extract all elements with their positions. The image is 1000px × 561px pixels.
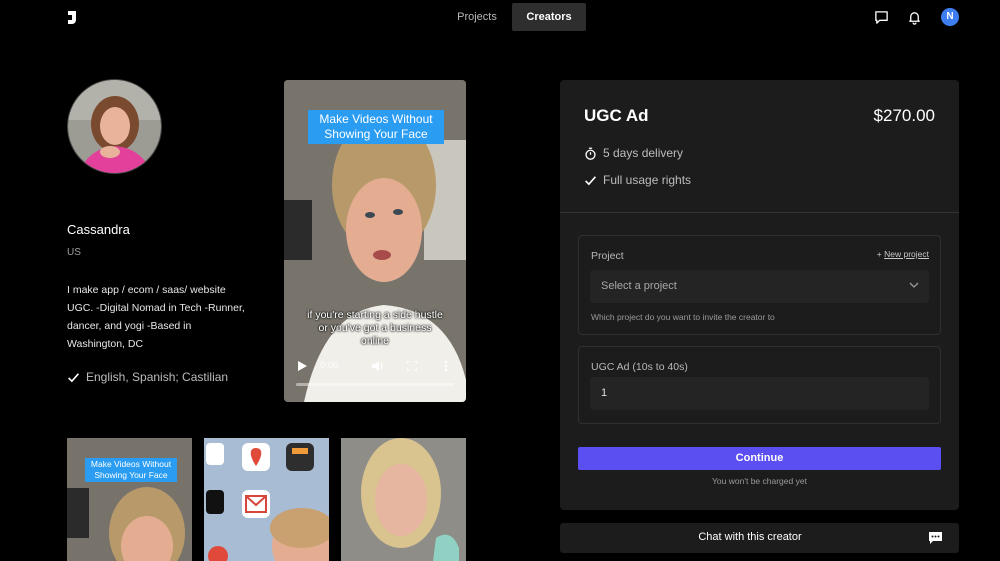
project-select-placeholder: Select a project: [601, 280, 677, 292]
offer-card: UGC Ad $270.00 5 days delivery Full usag…: [560, 80, 959, 510]
tab-projects[interactable]: Projects: [444, 3, 510, 31]
video-caption: if you're starting a side hustle or you'…: [307, 309, 443, 347]
thumbnail-title-overlay: Make Videos Without Showing Your Face: [85, 458, 177, 482]
new-project-link[interactable]: + New project: [877, 249, 929, 259]
creator-languages: English, Spanish; Castilian: [67, 370, 228, 384]
chat-bubble-icon[interactable]: [874, 10, 889, 25]
video-title-overlay: Make Videos Without Showing Your Face: [308, 110, 444, 144]
chat-label: Chat with this creator: [698, 531, 802, 543]
thumbnail-image: [341, 438, 466, 561]
project-help-text: Which project do you want to invite the …: [591, 312, 775, 322]
portfolio-thumbnail[interactable]: Make Videos Without Showing Your Face: [67, 438, 192, 561]
project-label: Project: [591, 250, 624, 262]
feature-usage-rights: Full usage rights: [584, 173, 691, 187]
chevron-down-icon: [909, 282, 919, 288]
feature-delivery-text: 5 days delivery: [603, 146, 684, 160]
portfolio-thumbnail[interactable]: [204, 438, 329, 561]
creator-bio: I make app / ecom / saas/ website UGC. -…: [67, 284, 245, 350]
fullscreen-icon[interactable]: [407, 361, 417, 371]
offer-price: $270.00: [873, 106, 935, 125]
volume-icon[interactable]: [372, 360, 384, 372]
charge-note: You won't be charged yet: [712, 476, 807, 486]
portfolio-thumbnail[interactable]: [341, 438, 466, 561]
video-time: 0:00: [320, 360, 339, 371]
quantity-input[interactable]: [590, 377, 929, 410]
play-icon[interactable]: [298, 361, 307, 371]
feature-usage-rights-text: Full usage rights: [603, 173, 692, 187]
user-avatar[interactable]: N: [941, 8, 959, 26]
languages-text: English, Spanish; Castilian: [86, 370, 229, 384]
creator-country: US: [67, 247, 81, 258]
more-options-icon[interactable]: [444, 360, 448, 372]
feature-delivery: 5 days delivery: [584, 146, 683, 160]
check-icon: [585, 175, 596, 185]
portfolio-video-player[interactable]: Make Videos Without Showing Your Face if…: [284, 80, 466, 402]
video-controls: 0:00: [284, 350, 466, 402]
thumbnail-image: [204, 438, 329, 561]
bell-icon[interactable]: [907, 10, 922, 25]
creator-avatar: [67, 79, 162, 174]
card-divider: [560, 212, 959, 213]
quantity-label: UGC Ad (10s to 40s): [591, 361, 688, 373]
creator-photo-image: [68, 80, 161, 173]
continue-button[interactable]: Continue: [578, 447, 941, 470]
creator-name: Cassandra: [67, 222, 130, 237]
chat-message-icon: [929, 532, 942, 544]
check-icon: [68, 372, 79, 382]
stopwatch-icon: [585, 147, 596, 160]
brand-logo-icon[interactable]: [66, 9, 82, 25]
video-progress-bar[interactable]: [296, 383, 454, 386]
top-nav: Projects Creators N: [0, 0, 1000, 36]
offer-title: UGC Ad: [584, 106, 649, 125]
chat-with-creator-button[interactable]: Chat with this creator: [560, 523, 959, 553]
quantity-field: UGC Ad (10s to 40s): [578, 346, 941, 424]
thumbnail-image: [67, 438, 192, 561]
tab-creators[interactable]: Creators: [512, 3, 586, 31]
project-select[interactable]: Select a project: [590, 270, 929, 303]
project-field: Project + New project Select a project W…: [578, 235, 941, 335]
